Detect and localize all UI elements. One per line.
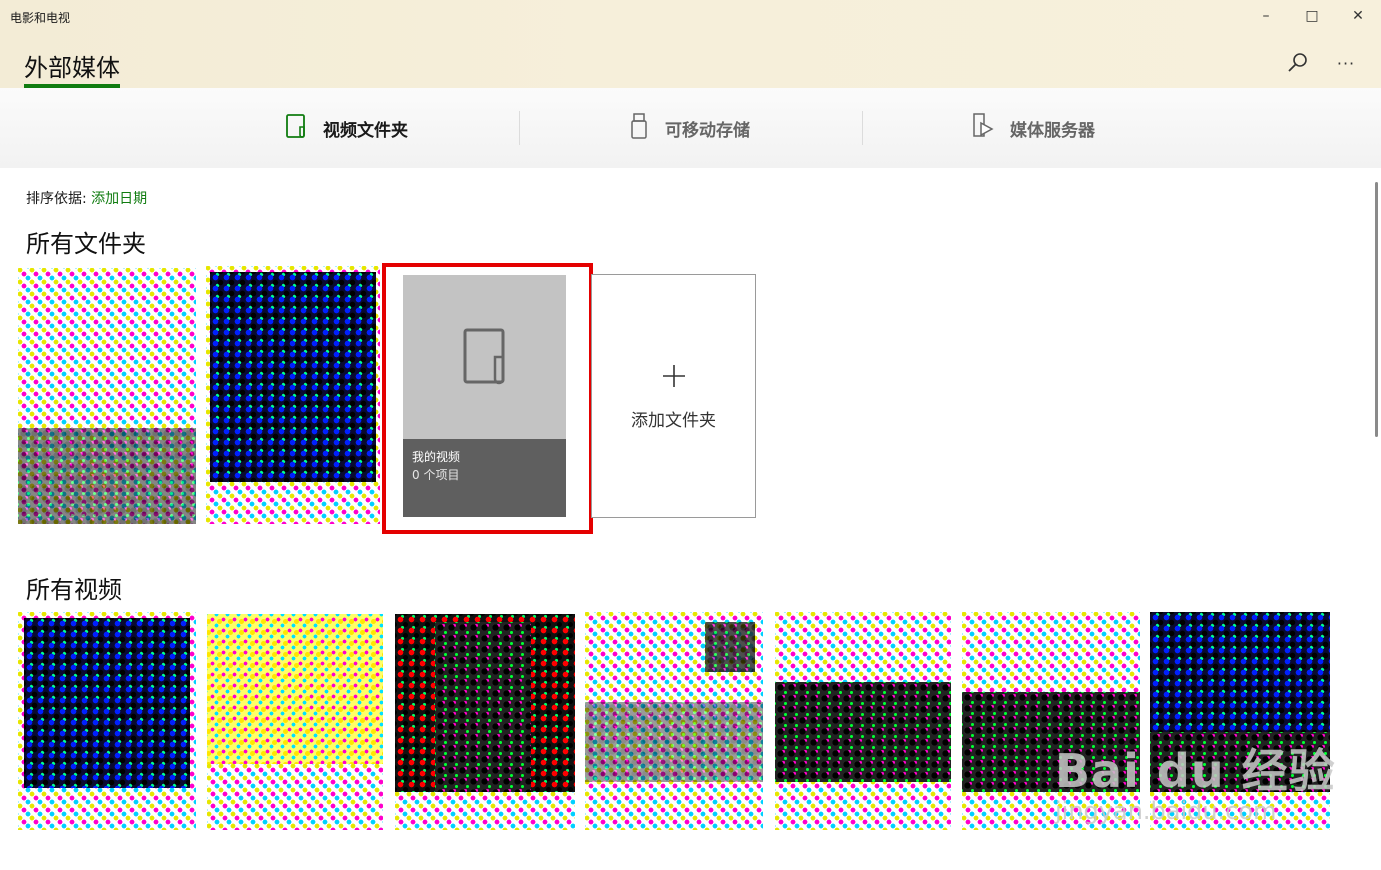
search-icon[interactable] xyxy=(1285,50,1311,76)
folders-section-title: 所有文件夹 xyxy=(26,230,146,258)
highlight-box xyxy=(382,263,593,534)
add-folder-label: 添加文件夹 xyxy=(631,411,716,431)
tab-removable-storage[interactable]: 可移动存储 xyxy=(629,88,750,168)
maximize-button[interactable]: □ xyxy=(1289,0,1335,32)
media-tabs: 视频文件夹 可移动存储 媒体服务器 xyxy=(0,88,1381,168)
app-title: 电影和电视 xyxy=(10,11,71,25)
tab-label: 媒体服务器 xyxy=(1010,120,1095,141)
close-button[interactable]: ✕ xyxy=(1335,0,1381,32)
sort-control[interactable]: 排序依据: 添加日期 xyxy=(26,188,147,208)
tab-divider xyxy=(862,111,863,145)
minimize-button[interactable]: – xyxy=(1243,0,1289,32)
sort-value[interactable]: 添加日期 xyxy=(91,191,147,207)
tab-divider xyxy=(519,111,520,145)
folder-video-icon xyxy=(285,113,307,143)
tab-video-folders[interactable]: 视频文件夹 xyxy=(285,88,408,168)
page-title: 外部媒体 xyxy=(24,54,120,82)
tab-media-servers[interactable]: 媒体服务器 xyxy=(972,88,1095,168)
sort-label: 排序依据: xyxy=(26,191,87,207)
folder-thumbnail[interactable] xyxy=(206,266,380,524)
video-thumbnail[interactable] xyxy=(207,614,383,830)
baidu-watermark: Bai du 经验 jingyan.baidu.com xyxy=(1055,735,1336,825)
video-thumbnail[interactable] xyxy=(395,614,575,830)
video-thumbnail[interactable] xyxy=(775,612,951,830)
vertical-scrollbar[interactable] xyxy=(1375,182,1378,437)
more-options-button[interactable]: ··· xyxy=(1333,50,1359,76)
watermark-line2: jingyan.baidu.com xyxy=(1055,797,1277,825)
tab-label: 可移动存储 xyxy=(665,120,750,141)
media-server-icon xyxy=(972,112,994,144)
folder-thumbnail[interactable] xyxy=(18,268,196,524)
title-bar: 电影和电视 – □ ✕ 外部媒体 ··· xyxy=(0,0,1381,88)
video-thumbnail[interactable] xyxy=(18,612,196,830)
add-folder-button[interactable]: 添加文件夹 xyxy=(591,274,756,518)
video-thumbnail[interactable] xyxy=(585,612,763,830)
plus-icon xyxy=(662,364,686,392)
tab-label: 视频文件夹 xyxy=(323,120,408,141)
videos-section-title: 所有视频 xyxy=(26,576,122,604)
usb-drive-icon xyxy=(629,112,649,144)
watermark-line1: Bai du 经验 xyxy=(1055,744,1336,798)
